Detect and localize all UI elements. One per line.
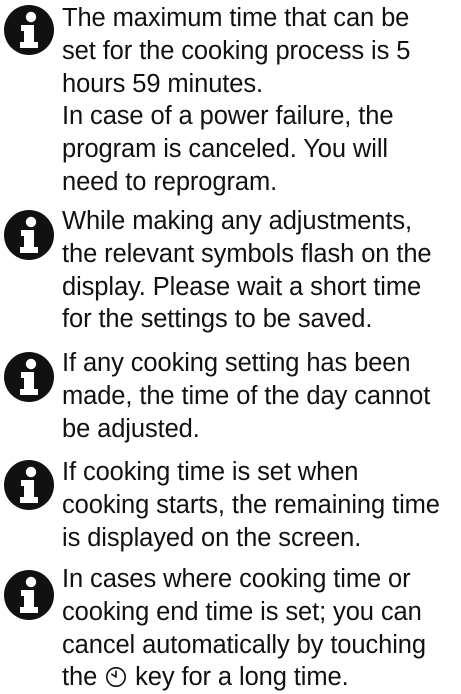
info-note-2: While making any adjustments, the releva… [0,205,461,340]
info-note-3: If any cooking setting has been made, th… [0,347,461,447]
note-text-after-icon: key for a long time. [128,663,349,692]
info-icon [4,460,54,510]
info-icon [4,570,54,620]
note-text: The maximum time that can be set for the… [62,4,411,196]
clock-icon [106,667,127,688]
note-text: While making any adjustments, the releva… [62,207,432,334]
info-icon [4,210,54,260]
info-icon [4,352,54,402]
info-note-5: In cases where cooking time or cooking e… [0,563,461,691]
note-text: In cases where cooking time or cooking e… [62,563,458,694]
info-icon [4,5,54,55]
note-text: If cooking time is set when cooking star… [62,458,440,552]
note-text: If any cooking setting has been made, th… [62,349,431,443]
info-note-1: The maximum time that can be set for the… [0,0,461,196]
info-note-4: If cooking time is set when cooking star… [0,455,461,555]
